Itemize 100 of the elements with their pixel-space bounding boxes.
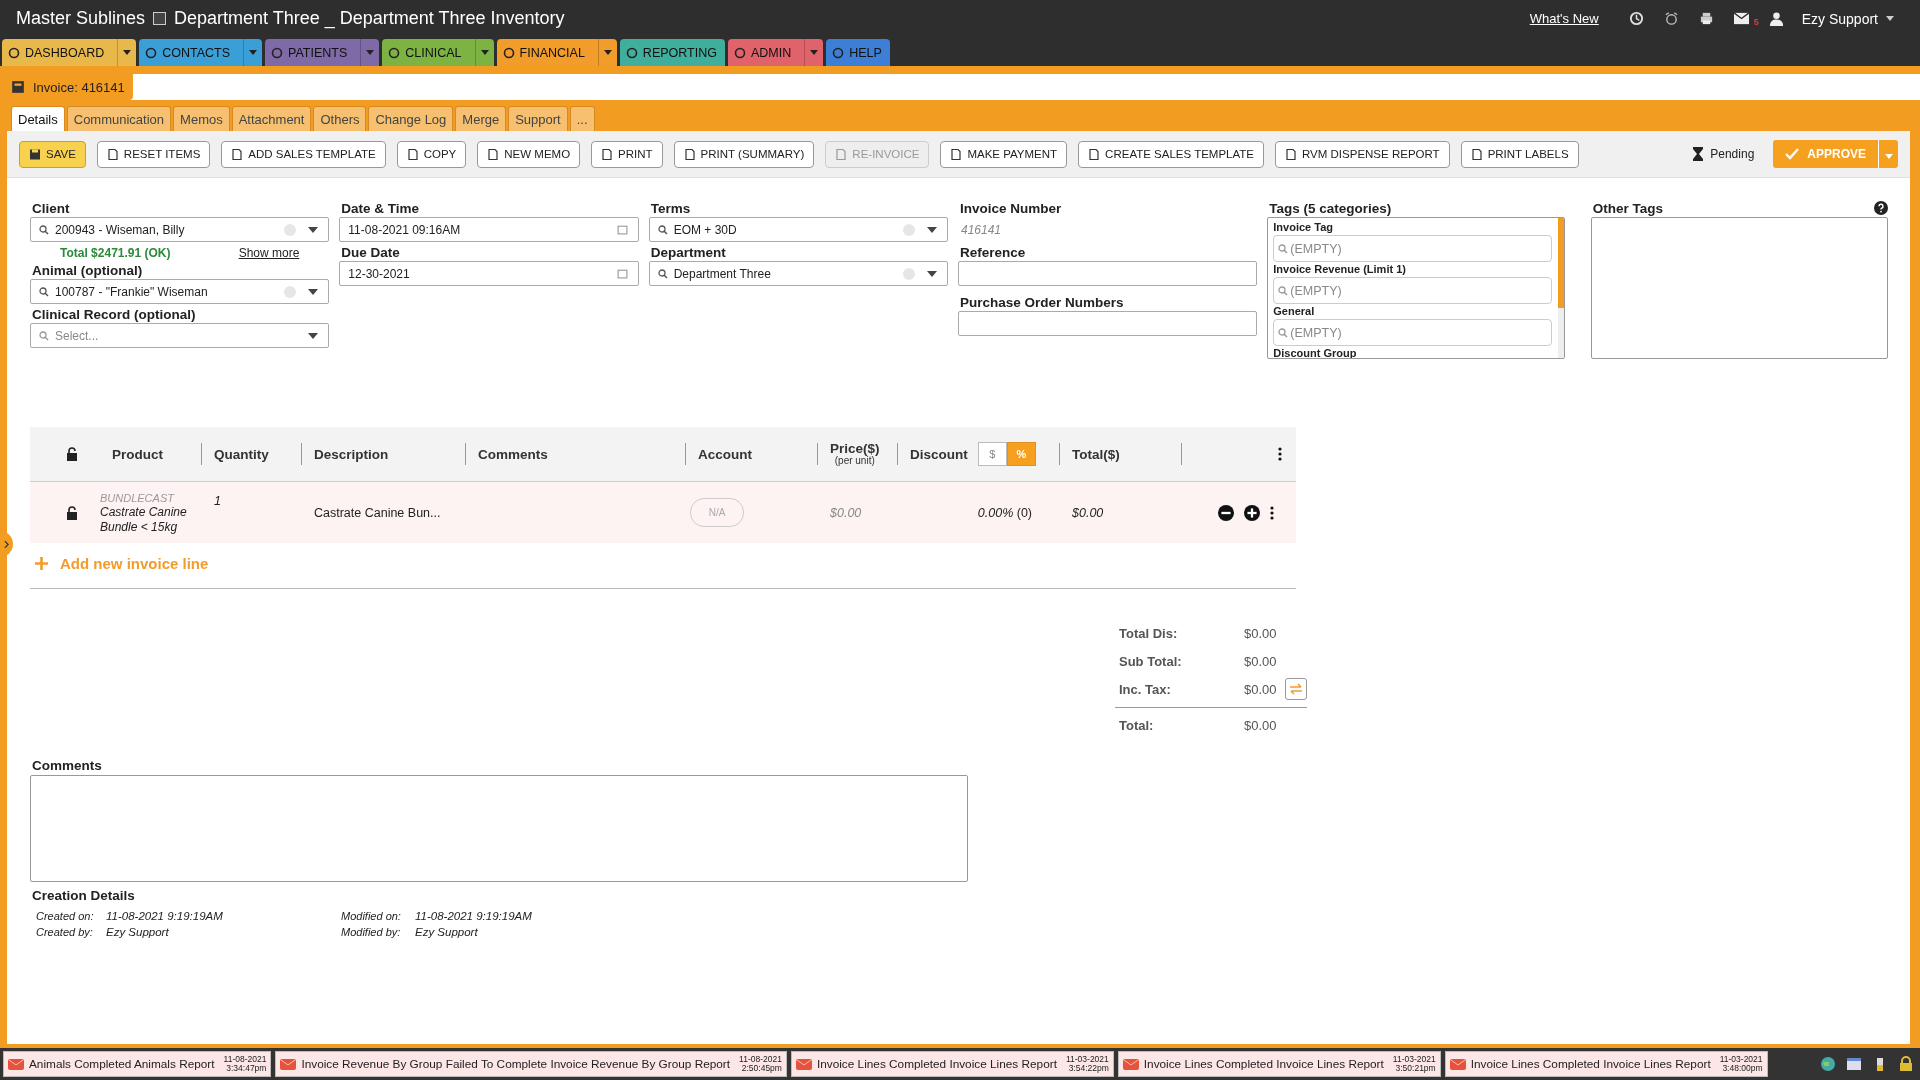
dropdown-arrow-icon[interactable] bbox=[308, 288, 319, 295]
other-tags-field[interactable] bbox=[1590, 217, 1888, 359]
window-icon[interactable] bbox=[1846, 1056, 1862, 1072]
more-options-icon[interactable] bbox=[1270, 505, 1274, 520]
nav-menu-item[interactable]: FINANCIAL bbox=[496, 39, 617, 66]
tab[interactable]: Support bbox=[508, 106, 568, 131]
client-field[interactable]: 200943 - Wiseman, Billy bbox=[30, 217, 330, 242]
nav-menu-item[interactable]: DASHBOARD bbox=[2, 39, 137, 66]
document-icon bbox=[683, 147, 696, 161]
remove-icon[interactable] bbox=[1218, 504, 1234, 521]
document-icon bbox=[106, 147, 119, 161]
nav-label: PATIENTS bbox=[288, 45, 349, 60]
whats-new-link[interactable]: What's New bbox=[1529, 11, 1599, 26]
notification-item[interactable]: Invoice Lines Completed Invoice Lines Report 11-03-2021 3:54:22pm bbox=[790, 1051, 1114, 1077]
globe-icon[interactable] bbox=[1820, 1056, 1836, 1072]
invoice-line-row[interactable]: BUNDLECAST Castrate Canine Bundle < 15kg 1 Castrate Canine Bun... N/A $0.00 0.00% (0) $0.00 bbox=[30, 482, 1296, 543]
nav-menu-item[interactable]: HELP bbox=[826, 39, 890, 66]
printer-icon[interactable] bbox=[1698, 11, 1714, 26]
column-header: Product bbox=[112, 446, 163, 462]
unlock-icon[interactable] bbox=[66, 505, 78, 520]
lock-icon[interactable] bbox=[1898, 1056, 1914, 1072]
caret-icon[interactable] bbox=[1886, 16, 1894, 21]
detail-label: Modified on: bbox=[341, 910, 402, 922]
description-cell-text: Castrate Canine Bun... bbox=[314, 505, 442, 520]
document-icon bbox=[950, 147, 963, 161]
department-field[interactable]: Department Three bbox=[648, 261, 948, 286]
date-time-field[interactable]: 11-08-2021 09:16AM bbox=[339, 217, 639, 242]
dropdown-arrow-icon[interactable] bbox=[308, 332, 319, 339]
hourglass-icon bbox=[1693, 147, 1704, 161]
due-date-field[interactable]: 12-30-2021 bbox=[339, 261, 639, 286]
document-icon bbox=[1470, 147, 1483, 161]
terms-field[interactable]: EOM + 30D bbox=[648, 217, 948, 242]
nav-menu-item[interactable]: CLINICAL bbox=[382, 39, 494, 66]
swap-button[interactable] bbox=[1284, 678, 1307, 700]
tab[interactable]: Attachment bbox=[231, 106, 312, 131]
nav-menu-item[interactable]: PATIENTS bbox=[265, 39, 380, 66]
notification-item[interactable]: Invoice Lines Completed Invoice Lines Report 11-03-2021 3:48:00pm bbox=[1444, 1051, 1768, 1077]
document-tab[interactable]: Invoice: 416141 bbox=[7, 74, 133, 100]
unlock-icon[interactable] bbox=[66, 447, 78, 461]
toolbar-button[interactable]: RVM DISPENSE REPORT bbox=[1275, 140, 1450, 168]
show-more-link[interactable]: Show more bbox=[238, 246, 300, 260]
toolbar-button[interactable]: PRINT bbox=[591, 140, 663, 168]
tab[interactable]: Change Log bbox=[368, 106, 454, 131]
tab[interactable]: Memos bbox=[173, 106, 230, 131]
column-header: Account bbox=[698, 446, 752, 462]
toolbar-button[interactable]: ADD SALES TEMPLATE bbox=[221, 140, 386, 168]
field-label: Client bbox=[32, 201, 71, 216]
tab[interactable]: Communication bbox=[66, 106, 172, 131]
dropdown-arrow-icon[interactable] bbox=[308, 226, 319, 233]
envelope-icon bbox=[1122, 1058, 1139, 1070]
notification-item[interactable]: Invoice Revenue By Group Failed To Complete Invoice Revenue By Group Report 11-08-2021 2:50:45pm bbox=[275, 1051, 787, 1077]
envelope-icon bbox=[8, 1058, 24, 1070]
toolbar-button[interactable]: PRINT (SUMMARY) bbox=[673, 140, 815, 168]
user-icon[interactable] bbox=[1768, 11, 1784, 26]
notification-time: 11-03-2021 3:50:21pm bbox=[1392, 1055, 1436, 1073]
toolbar-button[interactable]: COPY bbox=[396, 140, 467, 168]
mail-icon[interactable] bbox=[1733, 11, 1749, 26]
product-code: BUNDLECAST bbox=[100, 492, 176, 506]
toolbar-button[interactable]: PRINT LABELS bbox=[1460, 140, 1579, 168]
add-icon[interactable] bbox=[1244, 504, 1260, 521]
window-icon bbox=[153, 12, 167, 25]
notification-time: 11-08-2021 3:34:47pm bbox=[223, 1055, 267, 1073]
discount-mode-toggle[interactable]: $ bbox=[977, 442, 1007, 466]
tag-field[interactable]: (EMPTY) bbox=[1273, 319, 1552, 346]
nav-menu-item[interactable]: REPORTING bbox=[619, 39, 725, 66]
nav-menu-item[interactable]: CONTACTS bbox=[139, 39, 262, 66]
tag-field[interactable]: (EMPTY) bbox=[1273, 235, 1552, 262]
clinical-record-field[interactable]: Select... bbox=[30, 323, 330, 348]
tab[interactable]: ... bbox=[569, 106, 595, 131]
dropdown-arrow-icon[interactable] bbox=[927, 270, 937, 277]
swap-arrows-icon bbox=[1288, 683, 1303, 695]
alarm-clock-icon[interactable] bbox=[1663, 11, 1679, 26]
toolbar-button[interactable]: SAVE bbox=[19, 140, 86, 168]
toolbar-button[interactable]: MAKE PAYMENT bbox=[940, 140, 1068, 168]
toolbar-button[interactable]: RESET ITEMS bbox=[96, 140, 211, 168]
history-icon[interactable] bbox=[1628, 11, 1644, 26]
reference-field[interactable] bbox=[958, 261, 1258, 286]
notification-item[interactable]: Animals Completed Animals Report 11-08-2021 3:34:47pm bbox=[3, 1051, 272, 1077]
plus-icon bbox=[35, 557, 48, 570]
toolbar-button[interactable]: CREATE SALES TEMPLATE bbox=[1078, 140, 1264, 168]
toolbar-button[interactable]: NEW MEMO bbox=[477, 140, 581, 168]
total-value: $0.00 bbox=[1244, 717, 1277, 733]
notification-item[interactable]: Invoice Lines Completed Invoice Lines Report 11-03-2021 3:50:21pm bbox=[1117, 1051, 1441, 1077]
nav-menu-item[interactable]: ADMIN bbox=[727, 39, 824, 66]
comments-field[interactable] bbox=[30, 775, 968, 882]
column-header: Discount bbox=[910, 446, 968, 462]
tab[interactable]: Details bbox=[11, 106, 65, 131]
tab[interactable]: Others bbox=[313, 106, 367, 131]
user-menu[interactable]: Ezy Support bbox=[1797, 10, 1878, 27]
more-options-icon[interactable] bbox=[1278, 447, 1282, 461]
purchase-order-field[interactable] bbox=[958, 311, 1258, 336]
animal-field[interactable]: 100787 - "Frankie" Wiseman bbox=[30, 279, 330, 304]
tab[interactable]: Merge bbox=[455, 106, 507, 131]
field-label: Tags (5 categories) bbox=[1269, 201, 1393, 216]
tag-field[interactable]: (EMPTY) bbox=[1273, 277, 1552, 304]
total-value: $0.00 bbox=[1244, 681, 1277, 697]
total-label: Total: bbox=[1119, 717, 1155, 733]
help-icon[interactable] bbox=[1874, 200, 1888, 215]
scrollbar[interactable] bbox=[1557, 218, 1564, 358]
dropdown-arrow-icon[interactable] bbox=[927, 226, 937, 233]
